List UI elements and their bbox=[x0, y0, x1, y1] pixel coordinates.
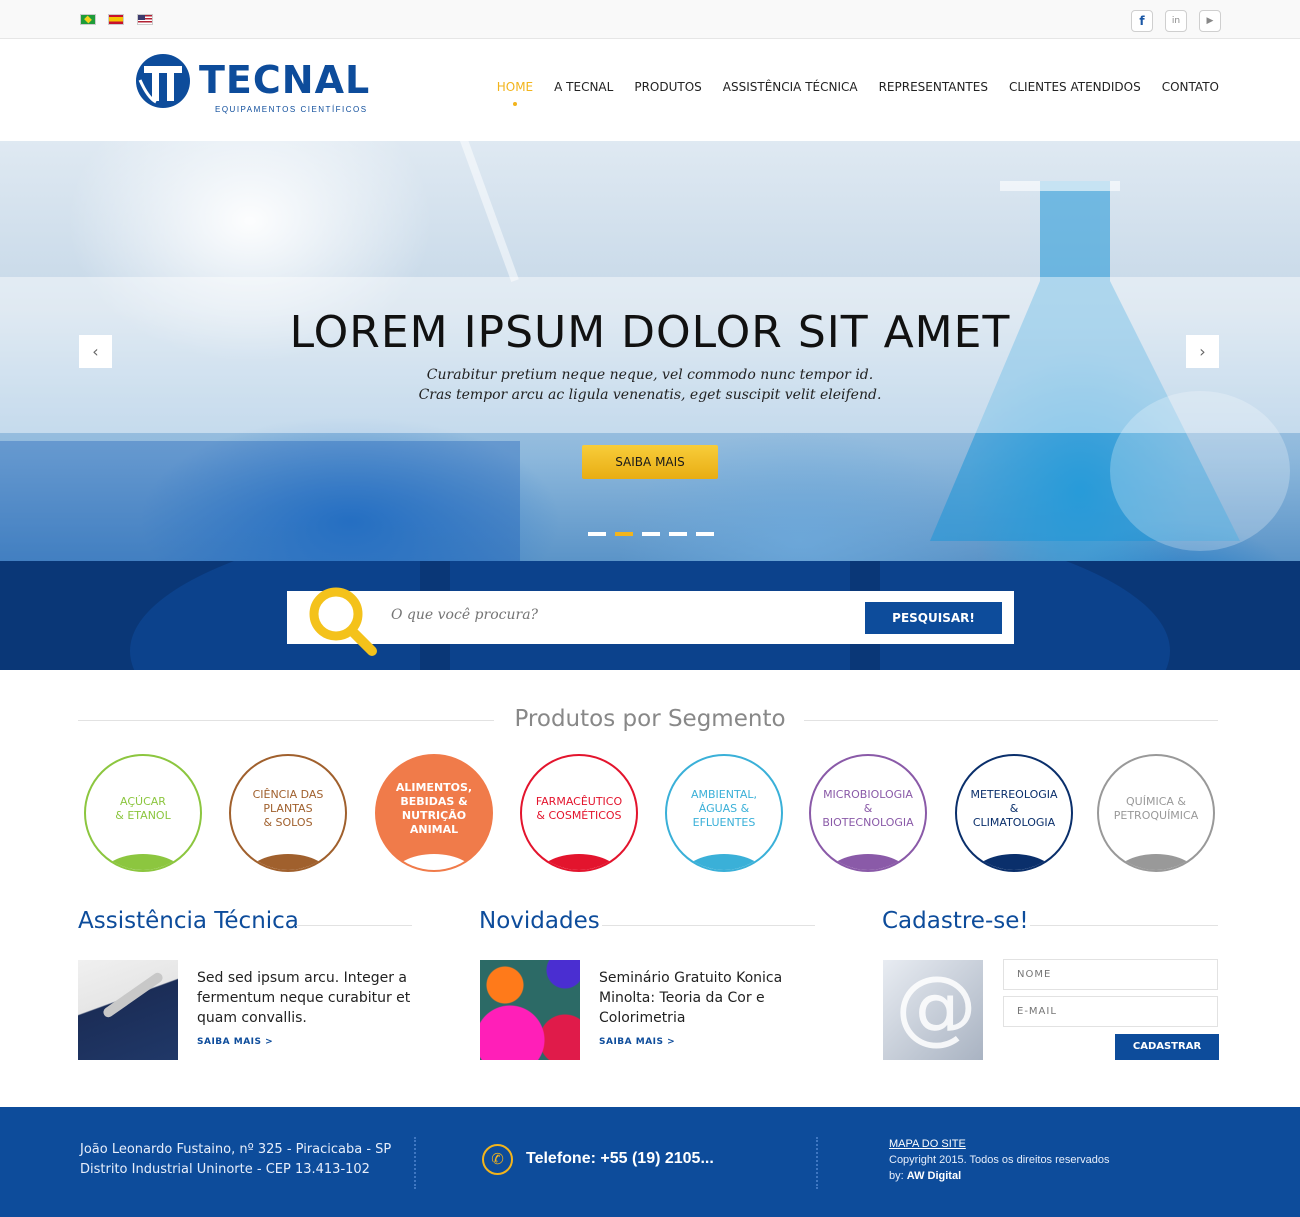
credits-text: by: AW Digital bbox=[889, 1170, 961, 1182]
novidades-saiba-mais-link[interactable]: SAIBA MAIS > bbox=[599, 1037, 675, 1047]
youtube-icon[interactable]: ▶ bbox=[1199, 10, 1221, 32]
usa-flag-icon[interactable] bbox=[137, 14, 153, 25]
facebook-icon[interactable]: f bbox=[1131, 10, 1153, 32]
color-powder-thumbnail[interactable] bbox=[480, 960, 580, 1060]
footer: João Leonardo Fustaino, nº 325 - Piracic… bbox=[0, 1107, 1300, 1217]
segment-acucar-etanol[interactable]: AÇÚCAR & ETANOL bbox=[84, 754, 202, 872]
brazil-flag-icon[interactable] bbox=[80, 14, 96, 25]
logo-text: TECNAL bbox=[199, 58, 371, 102]
segment-label: AMBIENTAL, ÁGUAS & EFLUENTES bbox=[691, 788, 757, 829]
credits-label: by: bbox=[889, 1170, 907, 1182]
segment-microbiologia[interactable]: MICROBIOLOGIA & BIOTECNOLOGIA bbox=[809, 754, 927, 872]
mechanic-thumbnail[interactable] bbox=[78, 960, 178, 1060]
divider bbox=[1030, 925, 1218, 926]
header: TECNAL EQUIPAMENTOS CIENTÍFICOS HOME A T… bbox=[0, 39, 1300, 141]
nav-assistencia-tecnica[interactable]: ASSISTÊNCIA TÉCNICA bbox=[723, 80, 858, 94]
segment-label: QUÍMICA & PETROQUÍMICA bbox=[1113, 795, 1199, 822]
magnifier-icon bbox=[309, 587, 377, 656]
nav-clientes-atendidos[interactable]: CLIENTES ATENDIDOS bbox=[1009, 80, 1141, 94]
nav-produtos[interactable]: PRODUTOS bbox=[634, 80, 701, 94]
segment-label: FARMACÊUTICO & COSMÉTICOS bbox=[535, 795, 623, 822]
assistencia-title: Assistência Técnica bbox=[78, 908, 299, 934]
novidades-title: Novidades bbox=[479, 908, 600, 934]
email-field[interactable] bbox=[1003, 996, 1218, 1027]
hero-title: LOREM IPSUM DOLOR SIT AMET bbox=[289, 307, 1011, 358]
email-thumbnail: @ bbox=[883, 960, 983, 1060]
nav-representantes[interactable]: REPRESENTANTES bbox=[879, 80, 988, 94]
hero-subtitle-line1: Curabitur pretium neque neque, vel commo… bbox=[426, 367, 874, 383]
name-field[interactable] bbox=[1003, 959, 1218, 990]
segment-quimica[interactable]: QUÍMICA & PETROQUÍMICA bbox=[1097, 754, 1215, 872]
search-box: PESQUISAR! bbox=[287, 591, 1014, 644]
top-bar: f in ▶ bbox=[0, 0, 1300, 39]
address-line2: Distrito Industrial Uninorte - CEP 13.41… bbox=[80, 1162, 370, 1177]
slide-dot-4[interactable] bbox=[669, 532, 687, 536]
hero-saiba-mais-button[interactable]: SAIBA MAIS bbox=[582, 445, 718, 479]
spain-flag-icon[interactable] bbox=[108, 14, 124, 25]
tecnal-logo[interactable]: TECNAL EQUIPAMENTOS CIENTÍFICOS bbox=[134, 52, 374, 114]
segments-title: Produtos por Segmento bbox=[514, 706, 786, 732]
assistencia-saiba-mais-link[interactable]: SAIBA MAIS > bbox=[197, 1037, 273, 1047]
cadastro-title: Cadastre-se! bbox=[882, 908, 1029, 934]
segment-label: AÇÚCAR & ETANOL bbox=[115, 795, 171, 822]
segment-label: MICROBIOLOGIA & BIOTECNOLOGIA bbox=[822, 788, 914, 829]
active-indicator-dot bbox=[512, 102, 517, 106]
address-line1: João Leonardo Fustaino, nº 325 - Piracic… bbox=[80, 1142, 392, 1157]
slider-next-button[interactable]: › bbox=[1186, 335, 1219, 368]
slide-dot-2[interactable] bbox=[615, 532, 633, 536]
slide-dot-1[interactable] bbox=[588, 532, 606, 536]
linkedin-icon[interactable]: in bbox=[1165, 10, 1187, 32]
credits-name[interactable]: AW Digital bbox=[907, 1170, 961, 1182]
assistencia-text: Sed sed ipsum arcu. Integer a fermentum … bbox=[197, 970, 411, 1026]
search-button[interactable]: PESQUISAR! bbox=[865, 602, 1002, 634]
slide-dot-3[interactable] bbox=[642, 532, 660, 536]
segment-label: ALIMENTOS, BEBIDAS & NUTRIÇÃO ANIMAL bbox=[395, 781, 473, 836]
nav-a-tecnal[interactable]: A TECNAL bbox=[554, 80, 613, 94]
cadastrar-button[interactable]: CADASTRAR bbox=[1115, 1034, 1219, 1060]
at-sign-icon: @ bbox=[895, 960, 977, 1054]
novidades-text: Seminário Gratuito Konica Minolta: Teori… bbox=[599, 970, 783, 1026]
segment-alimentos[interactable]: ALIMENTOS, BEBIDAS & NUTRIÇÃO ANIMAL bbox=[375, 754, 493, 872]
segment-ambiental[interactable]: AMBIENTAL, ÁGUAS & EFLUENTES bbox=[665, 754, 783, 872]
phone-number: Telefone: +55 (19) 2105... bbox=[526, 1150, 714, 1167]
segment-metereologia[interactable]: METEREOLOGIA & CLIMATOLOGIA bbox=[955, 754, 1073, 872]
footer-separator bbox=[414, 1137, 416, 1189]
slider-pagination bbox=[588, 532, 714, 536]
logo-mark-icon bbox=[136, 54, 190, 108]
main-nav: HOME A TECNAL PRODUTOS ASSISTÊNCIA TÉCNI… bbox=[497, 80, 1219, 106]
footer-separator bbox=[816, 1137, 818, 1189]
phone-icon: ✆ bbox=[482, 1144, 513, 1175]
segment-label: CIÊNCIA DAS PLANTAS & SOLOS bbox=[252, 788, 324, 829]
hero-slider: LOREM IPSUM DOLOR SIT AMET Curabitur pre… bbox=[0, 141, 1300, 561]
segment-ciencia-plantas[interactable]: CIÊNCIA DAS PLANTAS & SOLOS bbox=[229, 754, 347, 872]
search-section: PESQUISAR! bbox=[0, 561, 1300, 670]
divider bbox=[602, 925, 815, 926]
nav-contato[interactable]: CONTATO bbox=[1162, 80, 1219, 94]
slider-prev-button[interactable]: ‹ bbox=[79, 335, 112, 368]
search-input[interactable] bbox=[391, 607, 841, 623]
copyright-text: Copyright 2015. Todos os direitos reserv… bbox=[889, 1154, 1110, 1166]
slide-dot-5[interactable] bbox=[696, 532, 714, 536]
segment-farmaceutico[interactable]: FARMACÊUTICO & COSMÉTICOS bbox=[520, 754, 638, 872]
logo-tagline: EQUIPAMENTOS CIENTÍFICOS bbox=[215, 105, 368, 114]
hero-subtitle-line2: Cras tempor arcu ac ligula venenatis, eg… bbox=[418, 387, 882, 403]
nav-home[interactable]: HOME bbox=[497, 80, 533, 106]
sitemap-link[interactable]: MAPA DO SITE bbox=[889, 1138, 966, 1150]
divider bbox=[296, 925, 412, 926]
segment-label: METEREOLOGIA & CLIMATOLOGIA bbox=[970, 788, 1058, 829]
